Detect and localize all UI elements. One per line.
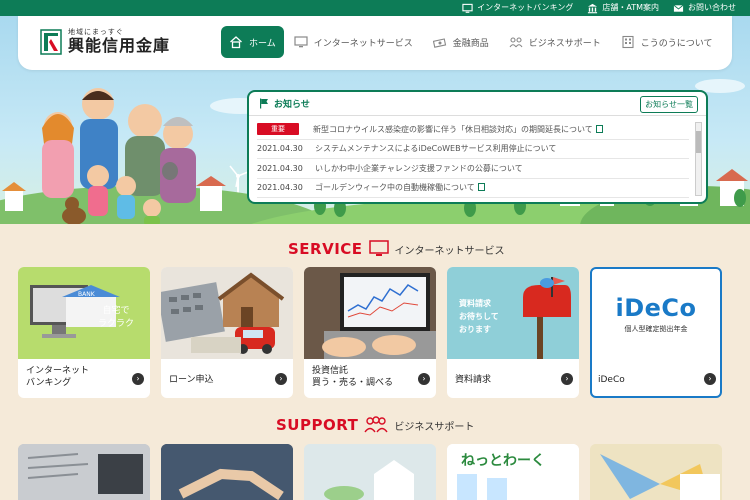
nav-item-internet-service[interactable]: インターネットサービス	[284, 26, 423, 58]
card-image	[18, 444, 150, 500]
support-card-newspaper[interactable]	[18, 444, 150, 500]
card-label: 投資信託 買う・売る・調べる	[312, 366, 394, 388]
card-image	[161, 267, 293, 359]
important-badge: 重要	[257, 123, 299, 136]
news-panel: お知らせ お知らせ一覧 重要 新型コロナウイルス感染症の影響に伴う「休日相談対応…	[247, 90, 708, 204]
nav-label: こうのうについて	[640, 38, 713, 49]
service-card-investment-trust[interactable]: 投資信託 買う・売る・調べる ›	[304, 267, 436, 398]
nav-item-home[interactable]: ホーム	[221, 26, 284, 58]
service-section-title: SERVICE インターネットサービス	[288, 240, 505, 258]
support-title-en: SUPPORT	[276, 416, 359, 434]
card-label: iDeCo	[598, 375, 625, 385]
service-card-documents[interactable]: 資料請求 お待ちして おります 資料請求 ›	[447, 267, 579, 398]
nav-label: ホーム	[249, 38, 276, 49]
nav-label: ビジネスサポート	[528, 38, 601, 49]
card-overlay-text: ラクラク	[98, 319, 135, 329]
toplink-label: 店舗・ATM案内	[602, 3, 659, 12]
people-icon	[364, 416, 388, 433]
service-title-en: SERVICE	[288, 240, 363, 258]
pdf-icon	[477, 183, 485, 192]
people-icon	[509, 37, 523, 48]
news-date: 2021.04.30	[257, 163, 303, 173]
card-overlay-text: 資料請求	[459, 299, 491, 308]
news-header: お知らせ お知らせ一覧	[249, 92, 706, 116]
card-overlay-text: おります	[459, 325, 491, 334]
card-overlay-text: お待ちして	[459, 312, 499, 321]
ideco-subtitle: 個人型確定拠出年金	[624, 325, 688, 333]
news-title: お知らせ	[274, 100, 310, 110]
service-card-ideco[interactable]: iDeCo 個人型確定拠出年金 iDeCo ›	[590, 267, 722, 398]
news-date: 2021.04.30	[257, 183, 303, 193]
nav-label: 金融商品	[452, 38, 489, 49]
card-image	[161, 444, 293, 500]
flag-icon	[260, 98, 268, 109]
service-title-jp: インターネットサービス	[394, 245, 505, 257]
service-cards: BANK 自宅で ラクラク インターネット バンキング › ローン申込 › 投資…	[18, 267, 722, 398]
nav-item-business-support[interactable]: ビジネスサポート	[499, 26, 611, 58]
toplink-label: お問い合わせ	[688, 3, 736, 12]
news-scrollbar[interactable]	[695, 122, 702, 196]
ideco-logo: iDeCo	[615, 294, 697, 322]
arrow-right-icon: ›	[561, 373, 573, 385]
money-icon	[432, 38, 446, 48]
main-nav: ホーム インターネットサービス 金融商品 ビジネスサポート こうのうについて	[221, 26, 723, 58]
card-image	[590, 444, 722, 500]
card-image	[304, 267, 436, 359]
support-card-handshake[interactable]	[161, 444, 293, 500]
arrow-right-icon: ›	[132, 373, 144, 385]
arrow-right-icon: ›	[418, 373, 430, 385]
news-item[interactable]: 2021.04.30 いしかわ中小企業チャレンジ支援ファンドの公募について	[257, 159, 689, 179]
toplink-internet-banking[interactable]: インターネットバンキング	[462, 1, 573, 15]
bank-icon	[588, 3, 598, 13]
card-image	[304, 444, 436, 500]
toplink-contact[interactable]: お問い合わせ	[673, 1, 736, 15]
site-header: 地域にまっすぐ 興能信用金庫 ホーム インターネットサービス 金融商品 ビジネス…	[18, 16, 732, 70]
news-list: 重要 新型コロナウイルス感染症の影響に伴う「休日相談対応」の期間延長について 2…	[257, 120, 689, 198]
nav-item-about[interactable]: こうのうについて	[611, 26, 723, 58]
news-item[interactable]: 2021.04.30 ゴールデンウィーク中の自動機稼働について	[257, 179, 689, 198]
svg-text:BANK: BANK	[78, 291, 96, 298]
support-card-house[interactable]	[304, 444, 436, 500]
card-label: インターネット バンキング	[26, 366, 90, 388]
arrow-right-icon: ›	[275, 373, 287, 385]
mail-icon	[673, 4, 684, 12]
news-all-button[interactable]: お知らせ一覧	[640, 96, 698, 113]
news-text: いしかわ中小企業チャレンジ支援ファンドの公募について	[315, 163, 523, 173]
monitor-icon	[462, 3, 473, 13]
nav-item-financial-products[interactable]: 金融商品	[423, 26, 499, 58]
news-item[interactable]: 2021.04.30 システムメンテナンスによるiDeCoWEBサービス利用停止…	[257, 140, 689, 159]
support-section-title: SUPPORT ビジネスサポート	[276, 416, 474, 434]
news-date: 2021.04.30	[257, 144, 303, 154]
logo-name: 興能信用金庫	[68, 36, 171, 55]
news-item[interactable]: 重要 新型コロナウイルス感染症の影響に伴う「休日相談対応」の期間延長について	[257, 120, 689, 140]
pdf-icon	[595, 124, 603, 133]
arrow-right-icon: ›	[704, 373, 716, 385]
support-card-chart[interactable]	[590, 444, 722, 500]
service-card-internet-banking[interactable]: BANK 自宅で ラクラク インターネット バンキング ›	[18, 267, 150, 398]
news-text: システムメンテナンスによるiDeCoWEBサービス利用停止について	[315, 144, 557, 154]
top-utility-bar: インターネットバンキング 店舗・ATM案内 お問い合わせ	[0, 0, 750, 16]
news-text: ゴールデンウィーク中の自動機稼働について	[315, 182, 485, 193]
support-cards: ねっとわーく	[18, 444, 722, 500]
news-text: 新型コロナウイルス感染症の影響に伴う「休日相談対応」の期間延長について	[313, 124, 603, 135]
service-card-loan[interactable]: ローン申込 ›	[161, 267, 293, 398]
site-logo[interactable]: 地域にまっすぐ 興能信用金庫	[40, 28, 170, 55]
logo-mark-icon	[40, 28, 62, 55]
card-label: 資料請求	[455, 375, 492, 385]
support-card-network[interactable]: ねっとわーく	[447, 444, 579, 500]
card-overlay-text: 自宅で	[102, 306, 130, 316]
home-icon	[230, 36, 242, 49]
monitor-icon	[294, 36, 308, 48]
monitor-icon	[368, 240, 389, 256]
card-label: ローン申込	[169, 375, 214, 385]
support-title-jp: ビジネスサポート	[394, 421, 475, 433]
toplink-branch-atm[interactable]: 店舗・ATM案内	[587, 1, 659, 15]
support-card-text: ねっとわーく	[461, 453, 545, 469]
scroll-thumb[interactable]	[696, 131, 701, 153]
nav-label: インターネットサービス	[313, 38, 413, 49]
building-icon	[622, 35, 634, 49]
toplink-label: インターネットバンキング	[477, 3, 574, 12]
